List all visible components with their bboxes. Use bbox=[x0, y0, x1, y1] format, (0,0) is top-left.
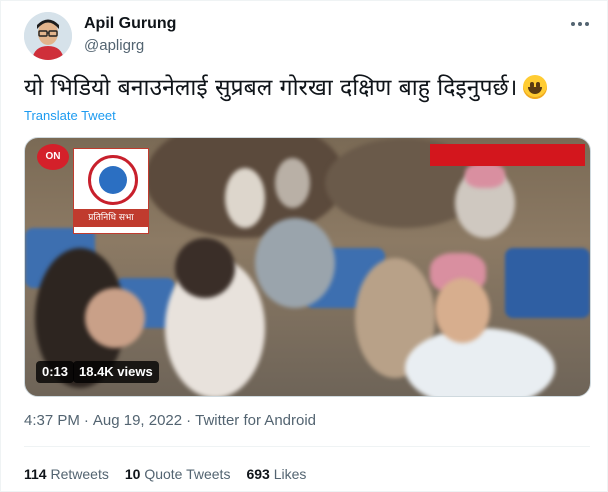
grinning-face-emoji-icon bbox=[523, 75, 548, 99]
likes-stat[interactable]: 693 Likes bbox=[246, 466, 306, 482]
video-overlay-banner bbox=[430, 144, 585, 166]
tweet-meta: 4:37 PM · Aug 19, 2022 · Twitter for Android bbox=[24, 412, 316, 429]
meta-separator: · bbox=[186, 412, 192, 429]
more-options-icon[interactable] bbox=[566, 14, 594, 34]
parliament-emblem-icon bbox=[88, 155, 138, 205]
tweet-text: यो भिडियो बनाउनेलाई सुप्रबल गोरखा दक्षिण… bbox=[24, 75, 518, 101]
tweet-date[interactable]: Aug 19, 2022 bbox=[93, 412, 182, 429]
avatar[interactable] bbox=[24, 12, 72, 60]
parliament-logo-caption: प्रतिनिधि सभा bbox=[74, 209, 148, 227]
author-handle[interactable]: @apligrg bbox=[84, 37, 144, 54]
quote-tweets-stat[interactable]: 10 Quote Tweets bbox=[125, 466, 231, 482]
channel-logo: ON bbox=[37, 144, 69, 170]
meta-separator: · bbox=[83, 412, 89, 429]
video-views: 18.4K views bbox=[73, 361, 159, 383]
translate-tweet-link[interactable]: Translate Tweet bbox=[24, 108, 116, 123]
tweet-text-container: यो भिडियो बनाउनेलाई सुप्रबल गोरखा दक्षिण… bbox=[24, 70, 548, 106]
avatar-image bbox=[24, 12, 72, 60]
author-name[interactable]: Apil Gurung bbox=[84, 15, 176, 33]
parliament-logo: प्रतिनिधि सभा bbox=[73, 148, 149, 234]
video-duration: 0:13 bbox=[36, 361, 75, 383]
divider bbox=[24, 446, 590, 447]
tweet-stats: 114 Retweets 10 Quote Tweets 693 Likes bbox=[24, 466, 322, 482]
retweets-stat[interactable]: 114 Retweets bbox=[24, 466, 109, 482]
tweet-source[interactable]: Twitter for Android bbox=[195, 412, 316, 429]
tweet-time[interactable]: 4:37 PM bbox=[24, 412, 80, 429]
video-player[interactable]: ON प्रतिनिधि सभा 0:13 18.4K views bbox=[24, 137, 591, 397]
